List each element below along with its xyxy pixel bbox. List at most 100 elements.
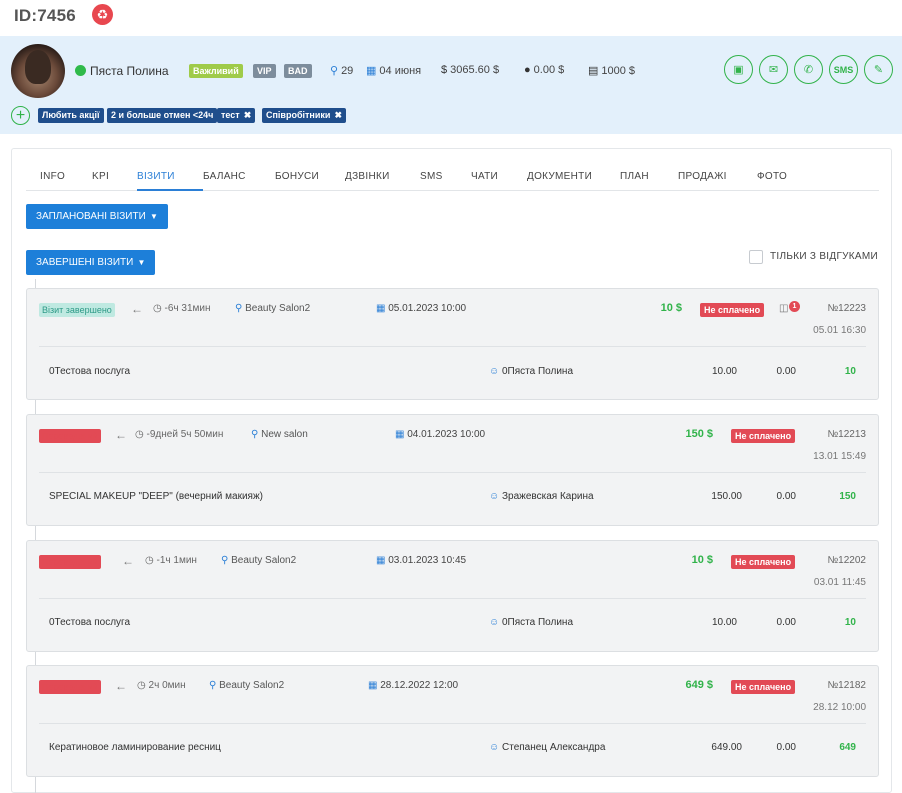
payment-status-badge[interactable]: Не сплачено [731, 555, 796, 569]
visit-discount: 0.00 [776, 491, 796, 502]
visit-duration-value: -6ч 31мин [164, 303, 211, 314]
visit-location-value: Beauty Salon2 [231, 555, 297, 566]
visit-created-time: 28.12 10:00 [813, 702, 866, 713]
visit-master-value: Степанец Александра [502, 742, 606, 753]
chevron-down-icon: ▼ [135, 258, 146, 267]
avatar[interactable] [11, 44, 65, 98]
tab-info[interactable]: INFO [40, 171, 65, 182]
tag-label: Любить акції [42, 110, 100, 120]
visit-location: ⚲ Beauty Salon2 [209, 680, 284, 691]
visit-created-time: 03.01 11:45 [813, 577, 866, 588]
completed-visits-dropdown[interactable]: ЗАВЕРШЕНІ ВІЗИТИ ▼ [26, 250, 156, 275]
visit-location: ⚲ Beauty Salon2 [235, 303, 310, 314]
map-pin-icon: ⚲ [235, 303, 246, 314]
stat-balance-value: 3065.60 $ [450, 64, 500, 76]
tab-chats[interactable]: ЧАТИ [471, 171, 498, 182]
visit-service: 0Тестова послуга [49, 366, 131, 377]
visit-duration: ◷ 2ч 0мин [137, 680, 186, 691]
comment-count-badge: 1 [789, 301, 800, 312]
remove-tag-icon[interactable]: ✖ [334, 110, 342, 120]
pin-icon: ⚲ [330, 65, 339, 77]
visit-duration-value: -9дней 5ч 50мин [146, 429, 224, 440]
visit-location: ⚲ Beauty Salon2 [221, 555, 296, 566]
visit-number[interactable]: №12182 [827, 680, 866, 691]
visit-discount: 0.00 [776, 742, 796, 753]
visit-number[interactable]: №12202 [827, 555, 866, 566]
visit-number[interactable]: №12223 [827, 303, 866, 314]
top-bar: ID:7456 ♻ [0, 0, 902, 36]
add-tag-button[interactable]: + [11, 106, 30, 125]
reviews-only-label[interactable]: ТІЛЬКИ З ВІДГУКАМИ [770, 251, 878, 262]
payment-status-badge[interactable]: Не сплачено [731, 429, 796, 443]
visit-service: SPECIAL MAKEUP "DEEP" (вечерний макияж) [49, 491, 263, 502]
tab-calls[interactable]: ДЗВІНКИ [345, 171, 390, 182]
badge-vip: VIP [253, 64, 276, 78]
edit-button[interactable]: ✎ [864, 55, 893, 84]
tab-balance[interactable]: БАЛАНС [203, 171, 246, 182]
visit-master: ☺ Степанец Александра [489, 742, 605, 753]
back-arrow-icon[interactable]: ← [115, 679, 127, 693]
visit-location: ⚲ New salon [251, 429, 308, 440]
visit-price: 150.00 [711, 491, 742, 502]
piggy-bank-icon: ● [524, 64, 531, 76]
visit-card[interactable]: Переведений ← ◷ 2ч 0мин ⚲ Beauty Salon2 … [26, 665, 879, 777]
calendar-icon: ▦ [368, 680, 381, 691]
visit-master-value: Зражевская Карина [502, 491, 594, 502]
client-name[interactable]: Пяста Полина [90, 64, 169, 78]
divider [39, 723, 866, 724]
visit-card[interactable]: Переведений ← ◷ -9дней 5ч 50мин ⚲ New sa… [26, 414, 879, 526]
visit-duration-value: -1ч 1мин [156, 555, 197, 566]
tab-plan[interactable]: ПЛАН [620, 171, 649, 182]
tag-item[interactable]: тест ✖ [217, 108, 256, 123]
tab-documents[interactable]: ДОКУМЕНТИ [527, 171, 592, 182]
payment-status-badge[interactable]: Не сплачено [700, 303, 765, 317]
reviews-only-checkbox[interactable] [749, 250, 763, 264]
call-button[interactable]: ✆ [794, 55, 823, 84]
clock-icon: ◷ [135, 429, 147, 440]
visit-number[interactable]: №12213 [827, 429, 866, 440]
recycle-icon[interactable]: ♻ [92, 4, 113, 25]
tab-bonuses[interactable]: БОНУСИ [275, 171, 319, 182]
visit-master-value: 0Пяста Полина [502, 366, 574, 377]
visit-created-time: 05.01 16:30 [813, 325, 866, 336]
remove-tag-icon[interactable]: ✖ [244, 110, 252, 120]
stat-deposit: ● 0.00 $ [524, 64, 564, 76]
tab-visits[interactable]: ВІЗИТИ [137, 171, 175, 182]
visit-card[interactable]: Візит завершено ← ◷ -6ч 31мин ⚲ Beauty S… [26, 288, 879, 400]
comment-icon[interactable]: ◫ [779, 303, 788, 314]
tab-sms[interactable]: SMS [420, 171, 443, 182]
visit-master: ☺ Зражевская Карина [489, 491, 594, 502]
credit-card-icon: ▤ [588, 65, 599, 77]
add-note-button[interactable]: ▣ [724, 55, 753, 84]
payment-status-badge[interactable]: Не сплачено [731, 680, 796, 694]
stat-balance: $ 3065.60 $ [441, 64, 499, 76]
user-icon: ☺ [489, 491, 502, 502]
tab-sales[interactable]: ПРОДАЖІ [678, 171, 727, 182]
tab-photo[interactable]: ФОТО [757, 171, 787, 182]
visit-date: ▦ 04.01.2023 10:00 [395, 429, 485, 440]
stat-card-value: 1000 $ [601, 64, 636, 77]
map-pin-icon: ⚲ [209, 680, 220, 691]
stat-deposit-value: 0.00 $ [533, 64, 565, 76]
calendar-icon: ▦ [376, 303, 389, 314]
visit-duration: ◷ -9дней 5ч 50мин [135, 429, 223, 440]
email-button[interactable]: ✉ [759, 55, 788, 84]
money-hand-icon: $ [441, 64, 448, 76]
user-icon: ☺ [489, 366, 502, 377]
visit-card[interactable]: Переведений ← ◷ -1ч 1мин ⚲ Beauty Salon2… [26, 540, 879, 652]
visit-created-time: 13.01 15:49 [813, 451, 866, 462]
visit-amount: 10 $ [660, 302, 682, 314]
tag-item[interactable]: Любить акції [38, 108, 104, 123]
back-arrow-icon[interactable]: ← [131, 302, 143, 316]
calendar-icon: ▦ [376, 555, 389, 566]
tag-item[interactable]: 2 и больше отмен <24ч [107, 108, 218, 123]
planned-visits-dropdown[interactable]: ЗАПЛАНОВАНІ ВІЗИТИ ▼ [26, 204, 168, 229]
sms-button[interactable]: SMS [829, 55, 858, 84]
envelope-icon: ✉ [768, 64, 779, 76]
tab-kpi[interactable]: KPI [92, 171, 109, 182]
tag-item[interactable]: Співробітники ✖ [262, 108, 346, 123]
back-arrow-icon[interactable]: ← [122, 554, 134, 568]
visit-amount: 150 $ [685, 428, 713, 440]
back-arrow-icon[interactable]: ← [115, 428, 127, 442]
visit-master-value: 0Пяста Полина [502, 617, 574, 628]
